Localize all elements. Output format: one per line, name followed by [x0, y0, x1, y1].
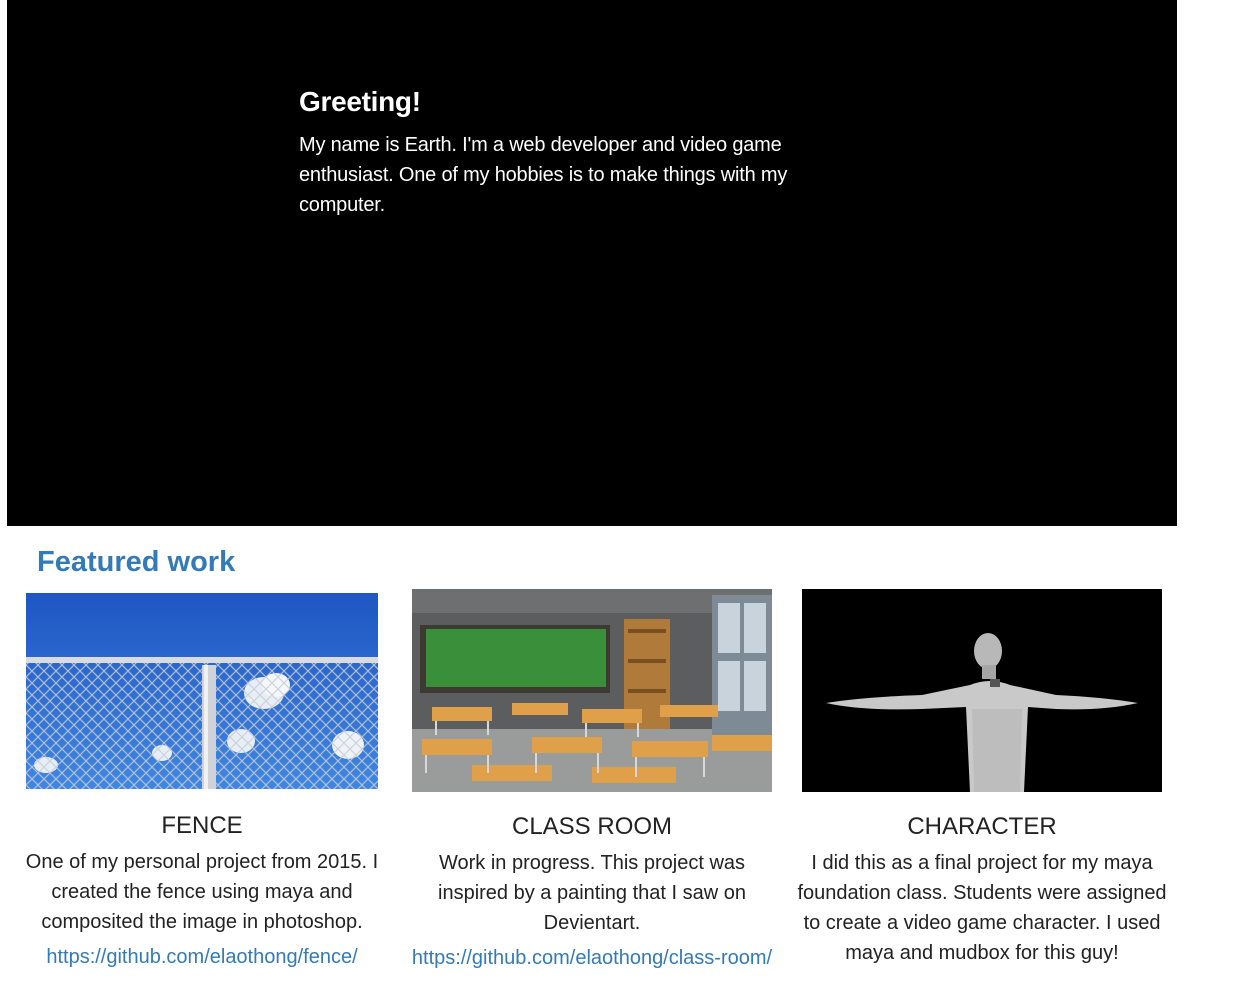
card-title-character: CHARACTER	[907, 813, 1057, 840]
card-title-class-room: CLASS ROOM	[511, 813, 673, 840]
card-description-character: I did this as a final project for my may…	[797, 852, 1167, 964]
hero-banner: Greeting! My name is Earth. I'm a web de…	[7, 0, 1177, 526]
hero-text-block: Greeting! My name is Earth. I'm a web de…	[299, 84, 859, 220]
class-room-image	[412, 589, 772, 792]
card-title-fence: FENCE	[161, 812, 243, 839]
card-link-fence[interactable]: https://github.com/elaothong/fence/	[12, 945, 392, 969]
hero-title: Greeting!	[299, 86, 421, 117]
character-image	[802, 589, 1162, 792]
project-card-fence: FENCE One of my personal project from 20…	[12, 589, 392, 969]
project-card-character: CHARACTER I did this as a final project …	[792, 589, 1172, 976]
fence-image	[26, 593, 378, 791]
card-link-class-room[interactable]: https://github.com/elaothong/class-room/	[402, 946, 782, 970]
featured-work-heading: Featured work	[37, 546, 236, 578]
card-description-fence: One of my personal project from 2015. I …	[25, 851, 379, 933]
project-card-class-room: CLASS ROOM Work in progress. This projec…	[402, 589, 782, 970]
hero-intro: My name is Earth. I'm a web developer an…	[299, 134, 788, 216]
card-description-class-room: Work in progress. This project was inspi…	[438, 852, 746, 934]
